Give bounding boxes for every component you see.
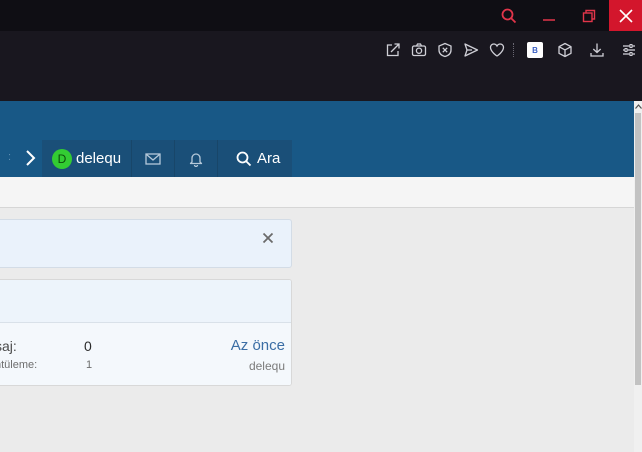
close-window-button[interactable] (609, 0, 642, 31)
avatar: D (52, 148, 72, 169)
notice-box (0, 219, 292, 268)
close-icon (618, 8, 633, 23)
ad-block-button[interactable] (436, 41, 454, 59)
download-icon (590, 43, 604, 57)
sliders-icon (623, 44, 635, 56)
camera-icon (411, 43, 427, 57)
send-icon (464, 43, 479, 57)
snapshot-button[interactable] (410, 41, 428, 59)
restore-icon (582, 9, 596, 22)
envelope-icon (145, 152, 161, 165)
messages-count: 0 (84, 338, 92, 354)
extensions-button[interactable] (556, 41, 574, 59)
scroll-up-arrow[interactable] (634, 101, 642, 111)
minimize-button[interactable] (530, 0, 568, 31)
close-icon[interactable] (262, 232, 274, 244)
chevron-up-icon (634, 103, 642, 109)
scroll-thumb[interactable] (635, 113, 641, 385)
user-menu-link[interactable]: D delequ (42, 140, 133, 177)
downloads-button[interactable] (588, 41, 606, 59)
inbox-button[interactable] (132, 140, 176, 177)
browser-search-button[interactable] (490, 0, 528, 31)
site-nav: : D delequ Ara (0, 140, 634, 177)
restore-button[interactable] (570, 0, 608, 31)
search-nav-button[interactable]: Ara (224, 140, 292, 177)
forum-node-row[interactable]: saj: ntüleme: 0 1 Az önce delequ (0, 323, 291, 385)
browser-titlebar (0, 0, 642, 31)
cube-icon (558, 42, 572, 58)
forum-block-header (0, 280, 291, 323)
last-post-user-link[interactable]: delequ (249, 359, 285, 373)
toolbar-separator (513, 43, 514, 57)
heart-icon (489, 43, 505, 57)
messages-label: saj: (0, 338, 17, 354)
search-icon (501, 8, 517, 23)
favorites-button[interactable] (488, 41, 506, 59)
minimize-icon (543, 18, 555, 21)
nav-overflow-dots: : (8, 151, 12, 163)
search-icon (236, 151, 252, 166)
share-icon (386, 43, 400, 57)
forum-block: saj: ntüleme: 0 1 Az önce delequ (0, 279, 292, 386)
username-label: delequ (76, 150, 122, 167)
shield-x-icon (438, 42, 452, 58)
sub-navigation-bar (0, 177, 634, 208)
last-post-time-link[interactable]: Az önce (231, 337, 285, 354)
page-scrollbar[interactable] (634, 101, 642, 452)
share-button[interactable] (384, 41, 402, 59)
bell-icon (189, 152, 203, 167)
search-label: Ara (257, 150, 281, 167)
extension-b-button[interactable]: B (527, 42, 543, 58)
browser-toolbar: B (0, 31, 642, 101)
views-count: 1 (86, 359, 93, 371)
chevron-right-icon[interactable] (22, 149, 38, 167)
alerts-button[interactable] (175, 140, 219, 177)
easy-setup-button[interactable] (620, 41, 638, 59)
views-label: ntüleme: (0, 359, 38, 371)
send-button[interactable] (462, 41, 480, 59)
